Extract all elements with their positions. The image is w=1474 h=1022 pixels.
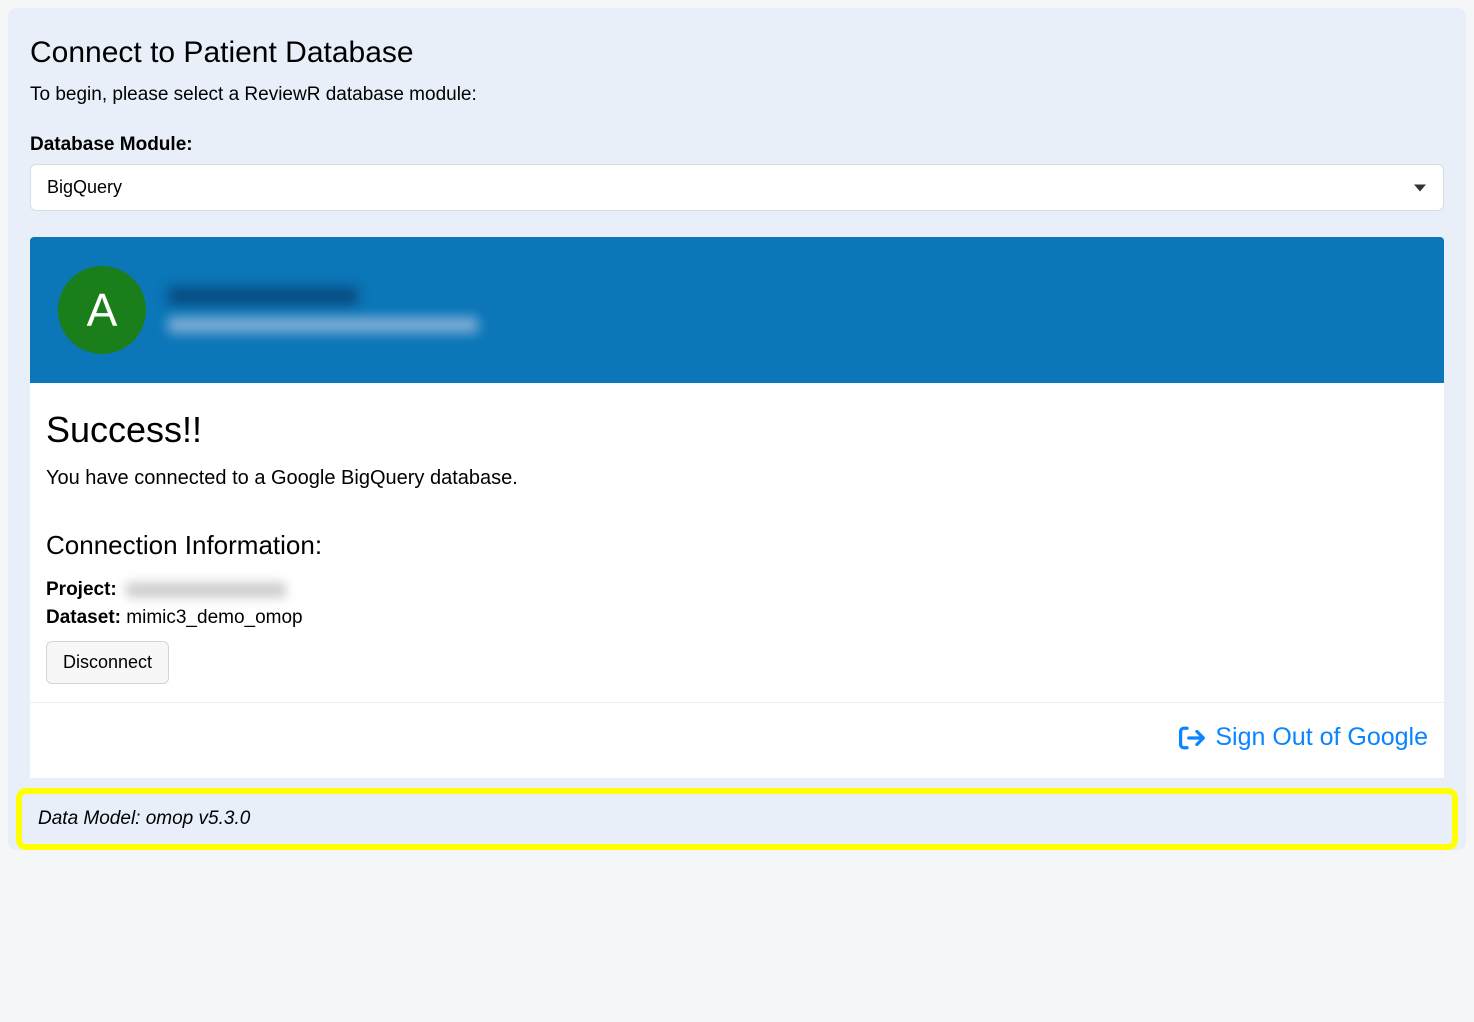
data-model-bar: Data Model: omop v5.3.0	[16, 788, 1458, 850]
sign-out-link[interactable]: Sign Out of Google	[1179, 723, 1428, 752]
dataset-row: Dataset: mimic3_demo_omop	[46, 607, 1428, 629]
module-select-label: Database Module:	[30, 134, 1444, 156]
disconnect-button[interactable]: Disconnect	[46, 641, 169, 684]
project-row: Project:	[46, 579, 1428, 601]
avatar-letter: A	[87, 283, 118, 337]
project-value-redacted	[126, 582, 286, 598]
avatar: A	[58, 266, 146, 354]
sign-out-icon	[1179, 725, 1205, 751]
module-select-wrap: BigQuery	[30, 164, 1444, 211]
card-body: Success!! You have connected to a Google…	[30, 383, 1444, 702]
data-model-text: Data Model: omop v5.3.0	[38, 808, 250, 829]
user-email-redacted	[168, 317, 478, 333]
card-footer: Sign Out of Google	[30, 702, 1444, 778]
success-title: Success!!	[46, 409, 1428, 451]
user-info	[168, 287, 478, 333]
project-label: Project:	[46, 579, 117, 600]
card-header: A	[30, 237, 1444, 383]
panel-subtitle: To begin, please select a ReviewR databa…	[30, 84, 1444, 106]
chevron-down-icon	[1414, 184, 1426, 191]
module-select-value: BigQuery	[47, 177, 122, 198]
module-select[interactable]: BigQuery	[30, 164, 1444, 211]
sign-out-label: Sign Out of Google	[1215, 723, 1428, 752]
panel-title: Connect to Patient Database	[30, 36, 1444, 70]
dataset-value: mimic3_demo_omop	[126, 607, 302, 628]
user-name-redacted	[168, 287, 358, 305]
connection-card: A Success!! You have connected to a Goog…	[30, 237, 1444, 778]
connection-info-heading: Connection Information:	[46, 530, 1428, 561]
connect-panel: Connect to Patient Database To begin, pl…	[8, 8, 1466, 850]
dataset-label: Dataset:	[46, 607, 121, 628]
success-message: You have connected to a Google BigQuery …	[46, 467, 1428, 490]
